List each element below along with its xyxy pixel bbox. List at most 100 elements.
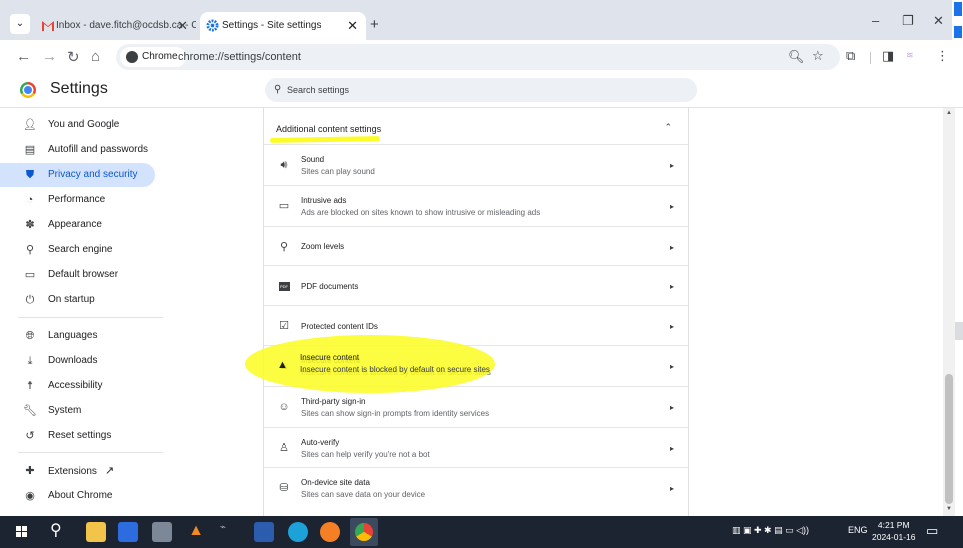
row-pdf-documents[interactable]: PDF PDF documents ▸ (264, 265, 688, 306)
sidebar-item-label: Autofill and passwords (48, 144, 149, 155)
row-intrusive-ads[interactable]: ▭ Intrusive ads Ads are blocked on sites… (264, 185, 688, 226)
search-icon: ⚲ (25, 244, 35, 256)
sidebar-item-label: Accessibility (48, 380, 103, 391)
url-text[interactable]: chrome://settings/content (178, 44, 301, 70)
vlc-icon[interactable]: ▲ (186, 522, 206, 542)
word-icon[interactable] (254, 522, 274, 542)
bookmark-star-icon[interactable]: ☆ (812, 48, 824, 64)
file-explorer-icon[interactable] (86, 522, 106, 542)
sidebar-item-privacy[interactable]: ⛊ Privacy and security (0, 163, 155, 187)
database-icon: ⛁ (279, 482, 289, 494)
notification-icon[interactable]: ▭ (926, 523, 938, 539)
sidebar-item-appearance[interactable]: ✽ Appearance (8, 213, 163, 237)
chevron-right-icon: ▸ (669, 243, 674, 252)
system-clock[interactable]: 4:21 PM 2024-01-16 (872, 519, 915, 543)
account-circle-icon: ☺ (278, 401, 290, 413)
sidebar-item-label: Extensions (48, 466, 97, 477)
side-panel-icon[interactable]: ◨ (882, 48, 894, 64)
store-icon[interactable] (118, 522, 138, 542)
forward-button[interactable]: → (42, 48, 57, 65)
new-tab-button[interactable]: + (370, 16, 379, 33)
ad-window-icon: ▭ (278, 200, 290, 212)
chrome-icon (355, 523, 373, 541)
row-title: Intrusive ads (301, 196, 347, 205)
person-check-icon: ♙ (279, 442, 289, 454)
tab-gmail-inbox[interactable]: Inbox - dave.fitch@ocdsb.ca - C ✕ (36, 12, 196, 40)
sidebar-item-label: Default browser (48, 269, 119, 280)
sidebar-item-search-engine[interactable]: ⚲ Search engine (8, 238, 163, 262)
speedometer-icon: ◔ (26, 194, 34, 206)
row-auto-verify[interactable]: ♙ Auto-verify Sites can help verify you'… (264, 427, 688, 468)
sidebar-item-label: About Chrome (48, 490, 113, 501)
sidebar-item-you-and-google[interactable]: 👤︎ You and Google (8, 113, 163, 137)
accessibility-icon: ☨ (27, 380, 33, 392)
home-button[interactable]: ⌂ (91, 48, 100, 65)
tab-close-button[interactable]: ✕ (347, 12, 358, 40)
scroll-down-arrow-icon[interactable]: ▼ (946, 506, 952, 512)
sidebar-item-about-chrome[interactable]: ◉ About Chrome (8, 484, 163, 508)
sidebar-item-label: Appearance (48, 219, 102, 230)
scrollbar-thumb[interactable] (945, 374, 953, 504)
sidebar-item-performance[interactable]: ◔ Performance (8, 188, 163, 212)
search-placeholder: Search settings (287, 85, 350, 95)
sidebar-item-label: Reset settings (48, 430, 112, 441)
sidebar-item-label: Downloads (48, 355, 98, 366)
chevron-right-icon: ▸ (669, 484, 674, 493)
reload-button[interactable]: ↻ (67, 48, 80, 66)
site-info-chip[interactable]: Chrome (120, 47, 186, 67)
extensions-icon[interactable]: ⧉ (846, 48, 855, 64)
sidebar-item-system[interactable]: 🔧︎ System (8, 399, 163, 423)
app-icon[interactable] (152, 522, 172, 542)
section-title[interactable]: Additional content settings (276, 124, 381, 134)
more-menu-icon[interactable]: ⋮ (936, 48, 949, 64)
tab-search-dropdown[interactable]: ⌄ (10, 14, 30, 34)
insecure-content-title-overlay: Insecure content (300, 353, 360, 362)
sidebar-item-autofill[interactable]: ▤ Autofill and passwords (8, 138, 163, 162)
sidebar: 👤︎ You and Google ▤ Autofill and passwords… (0, 108, 175, 516)
chevron-right-icon: ▸ (669, 362, 674, 371)
sidebar-item-extensions[interactable]: ✚ Extensions ↗ (8, 459, 163, 483)
chevron-right-icon: ▸ (669, 202, 674, 211)
sidebar-item-reset-settings[interactable]: ↺ Reset settings (8, 424, 163, 448)
tab-title: Inbox - dave.fitch@ocdsb.ca - C (56, 20, 196, 31)
chevron-right-icon: ▸ (669, 444, 674, 453)
sidebar-item-accessibility[interactable]: ☨ Accessibility (8, 374, 163, 398)
sidebar-item-on-startup[interactable]: ⏻ On startup (8, 288, 163, 312)
address-bar[interactable]: Chrome chrome://settings/content 🔍︎ ☆ (116, 44, 840, 70)
row-title: Protected content IDs (301, 322, 378, 331)
sidebar-item-label: On startup (48, 294, 95, 305)
restore-button[interactable]: ❐ (902, 13, 914, 29)
language-indicator[interactable]: ENG (848, 525, 868, 535)
app-icon-2[interactable]: ⌁ (220, 522, 240, 542)
firefox-icon[interactable] (320, 522, 340, 542)
zoom-icon[interactable]: 🔍︎ (788, 49, 805, 65)
tab-close-button[interactable]: ✕ (177, 12, 188, 40)
row-third-party-sign-in[interactable]: ☺ Third-party sign-in Sites can show sig… (264, 386, 688, 427)
sidebar-item-languages[interactable]: 🌐︎ Languages (8, 324, 163, 348)
row-sound[interactable]: 🔊︎ Sound Sites can play sound ▸ (264, 144, 688, 185)
minimize-button[interactable]: – (872, 13, 879, 28)
sidebar-item-default-browser[interactable]: ▭ Default browser (8, 263, 163, 287)
search-settings-input[interactable]: ⚲ Search settings (265, 78, 697, 102)
row-subtitle: Sites can help verify you're not a bot (301, 450, 430, 459)
back-button[interactable]: ← (16, 48, 31, 65)
row-on-device-site-data[interactable]: ⛁ On-device site data Sites can save dat… (264, 467, 688, 508)
side-scroll-thumb[interactable] (955, 322, 963, 340)
content-settings-card: Additional content settings ⌃ 🔊︎ Sound S… (263, 108, 689, 516)
tab-settings[interactable]: Settings - Site settings ✕ (200, 12, 366, 40)
close-window-button[interactable]: ✕ (933, 13, 944, 29)
page-scrollbar[interactable]: ▲ ▼ (943, 108, 955, 516)
clipboard-icon: ▤ (24, 144, 36, 156)
profile-icon[interactable]: ≋ (906, 50, 914, 61)
chrome-taskbar-button[interactable] (350, 518, 378, 546)
sidebar-item-downloads[interactable]: ⤓ Downloads (8, 349, 163, 373)
row-zoom-levels[interactable]: ⚲ Zoom levels ▸ (264, 226, 688, 267)
chevron-up-icon[interactable]: ⌃ (664, 122, 672, 133)
windows-start-icon[interactable] (16, 526, 28, 538)
edge-icon[interactable] (288, 522, 308, 542)
scroll-up-arrow-icon[interactable]: ▲ (946, 110, 952, 116)
sidebar-item-label: Performance (48, 194, 106, 205)
tray-icons[interactable]: ▥ ▣ ✚ ✱ ▤ ▭ ◁)) (732, 525, 809, 536)
search-icon[interactable]: ⚲ (50, 520, 62, 540)
row-title: Zoom levels (301, 242, 345, 251)
